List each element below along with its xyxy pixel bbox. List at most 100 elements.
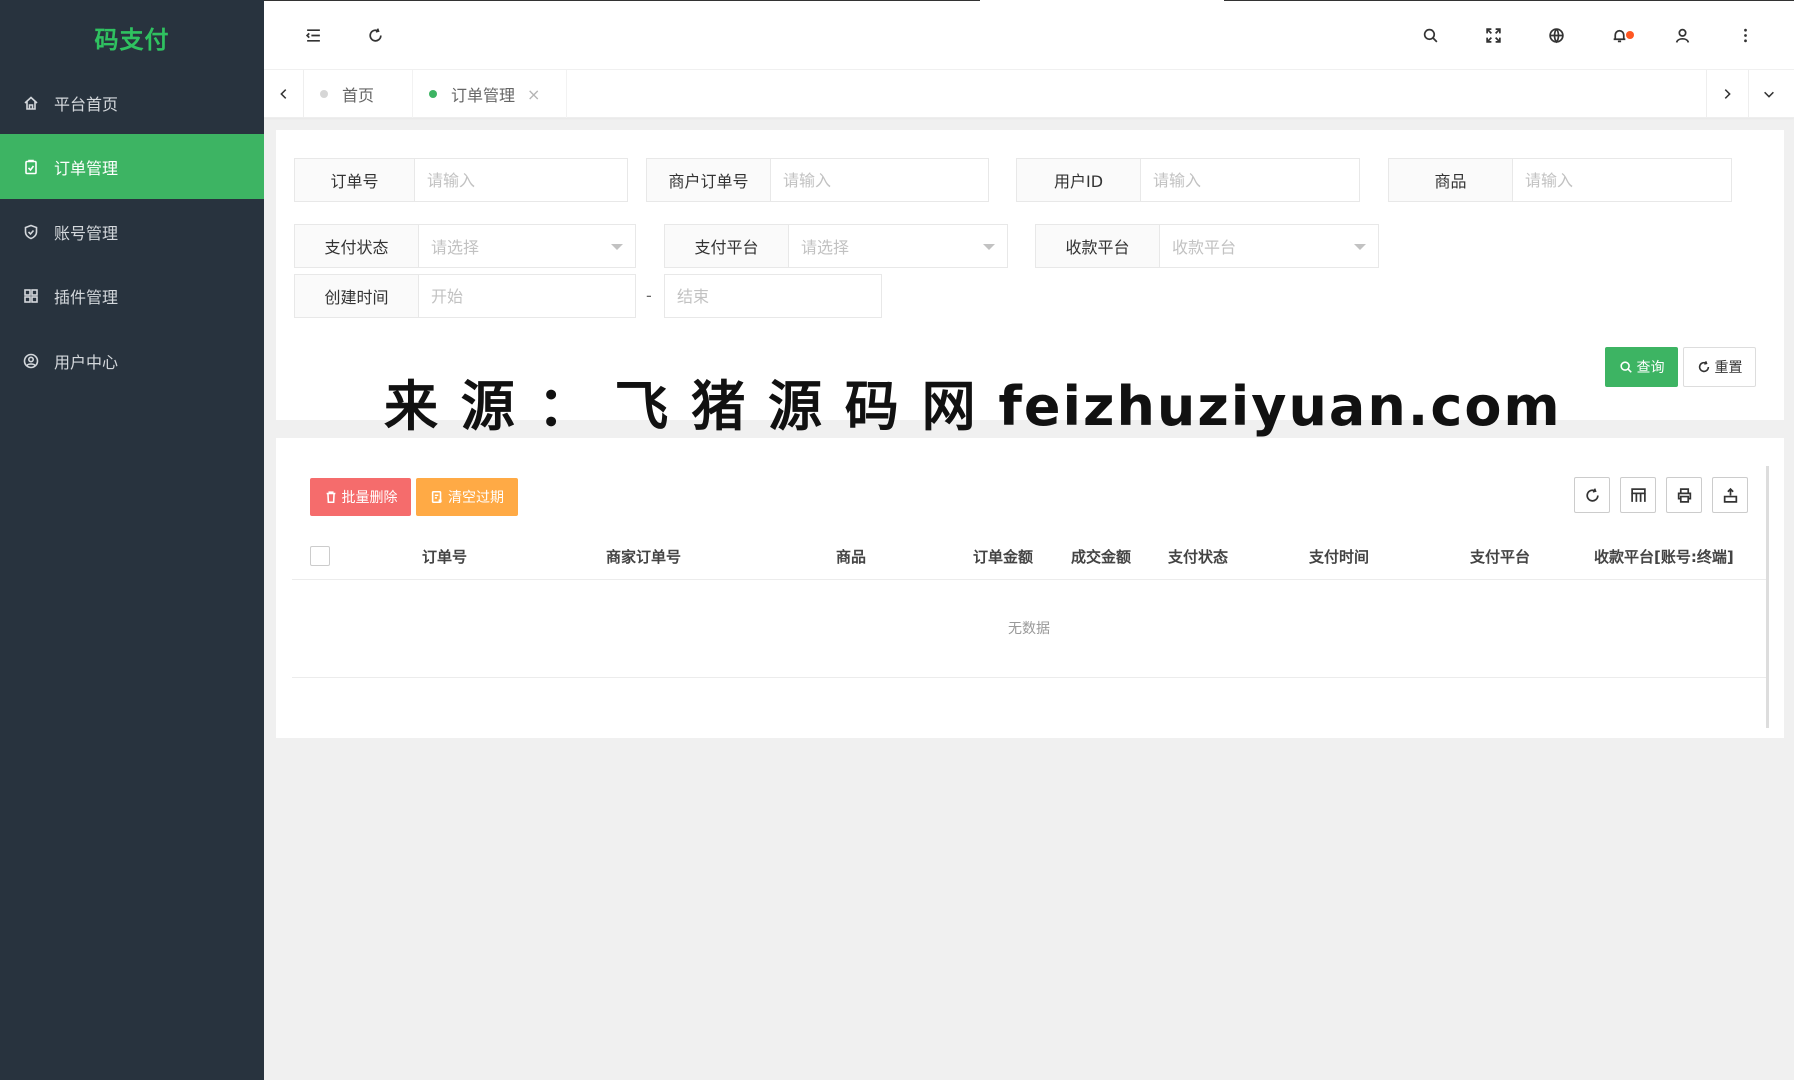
- field-label: 支付平台: [665, 225, 789, 267]
- created-time-end-field: [664, 274, 882, 318]
- field-label: 商户订单号: [647, 159, 771, 201]
- select-placeholder: 请选择: [431, 238, 480, 257]
- reset-button-label: 重置: [1714, 360, 1743, 376]
- batch-delete-button[interactable]: 批量删除: [310, 478, 411, 516]
- field-label: 创建时间: [295, 275, 419, 317]
- caret-down-icon: [983, 244, 995, 250]
- print-icon: [1677, 487, 1691, 503]
- column-header[interactable]: 支付状态: [1168, 534, 1228, 580]
- merchant-order-no-input[interactable]: [771, 159, 988, 201]
- pay-status-field: 支付状态 请选择: [294, 224, 636, 268]
- caret-down-icon: [611, 244, 623, 250]
- top-progress-line: [1224, 0, 1794, 1]
- columns-icon: [1630, 487, 1646, 502]
- tab-home[interactable]: 首页: [304, 70, 413, 118]
- search-button-label: 查询: [1636, 360, 1665, 376]
- tab-dot: [429, 90, 437, 98]
- tabs-prev-button[interactable]: [264, 70, 304, 118]
- field-label: 收款平台: [1036, 225, 1160, 267]
- user-id-input[interactable]: [1141, 159, 1359, 201]
- notification-badge: [1626, 31, 1634, 39]
- column-header[interactable]: 收款平台[账号:终端]: [1594, 534, 1734, 580]
- refresh-icon: [1698, 361, 1709, 373]
- more-vertical-icon[interactable]: [1734, 24, 1756, 46]
- globe-icon[interactable]: [1545, 24, 1567, 46]
- created-time-start-input[interactable]: [419, 275, 635, 317]
- order-no-input[interactable]: [415, 159, 627, 201]
- sidebar-item-label: 账号管理: [54, 223, 119, 243]
- sidebar-item-label: 插件管理: [54, 287, 119, 307]
- tabs-next-button[interactable]: [1706, 70, 1746, 118]
- field-label: 用户ID: [1017, 159, 1141, 201]
- user-circle-icon: [22, 352, 40, 370]
- select-all-checkbox[interactable]: [310, 546, 330, 566]
- table-columns-button[interactable]: [1620, 477, 1656, 513]
- column-header[interactable]: 商品: [836, 534, 866, 580]
- export-icon: [1723, 487, 1737, 503]
- sidebar-item-user-center[interactable]: 用户中心: [0, 328, 264, 393]
- shield-icon: [22, 223, 40, 241]
- watermark-text: 来 源 ： 飞 猪 源 码 网 feizhuziyuan.com: [384, 375, 1562, 438]
- merchant-order-no-field: 商户订单号: [646, 158, 989, 202]
- column-header[interactable]: 支付时间: [1309, 534, 1369, 580]
- trash-icon: [326, 491, 335, 504]
- tab-orders[interactable]: 订单管理 ×: [413, 70, 567, 118]
- top-progress-line: [264, 0, 980, 1]
- app-logo[interactable]: 码支付: [0, 0, 264, 70]
- bell-icon[interactable]: [1608, 24, 1634, 46]
- column-header[interactable]: 订单号: [422, 534, 467, 580]
- sidebar: 码支付 平台首页 订单管理 账号管理 插件管理 用户中心: [0, 0, 264, 1080]
- table-refresh-button[interactable]: [1574, 477, 1610, 513]
- refresh-icon[interactable]: [364, 24, 386, 46]
- document-clear-icon: [431, 490, 442, 504]
- pay-platform-select[interactable]: 请选择: [789, 225, 1007, 267]
- chevron-right-icon: [1724, 89, 1731, 99]
- receive-platform-select[interactable]: 收款平台: [1160, 225, 1378, 267]
- sidebar-item-label: 平台首页: [54, 94, 119, 114]
- date-range-separator: -: [646, 286, 652, 305]
- product-field: 商品: [1388, 158, 1732, 202]
- receive-platform-field: 收款平台 收款平台: [1035, 224, 1379, 268]
- caret-down-icon: [1354, 244, 1366, 250]
- clipboard-icon: [22, 158, 40, 176]
- product-input[interactable]: [1513, 159, 1731, 201]
- reset-button[interactable]: 重置: [1683, 347, 1756, 387]
- search-icon[interactable]: [1419, 24, 1441, 46]
- clear-expired-button[interactable]: 清空过期: [416, 478, 518, 516]
- tabs-dropdown-button[interactable]: [1748, 70, 1788, 118]
- close-icon[interactable]: ×: [527, 85, 540, 104]
- field-label: 商品: [1389, 159, 1513, 201]
- pay-status-select[interactable]: 请选择: [419, 225, 635, 267]
- chevron-left-icon: [279, 89, 286, 99]
- fullscreen-icon[interactable]: [1482, 24, 1504, 46]
- clear-expired-label: 清空过期: [448, 490, 504, 506]
- created-time-end-input[interactable]: [665, 275, 881, 317]
- sidebar-item-plugins[interactable]: 插件管理: [0, 263, 264, 328]
- order-no-field: 订单号: [294, 158, 628, 202]
- chevron-down-icon: [1763, 91, 1774, 98]
- table-scrollbar[interactable]: [1766, 466, 1769, 728]
- search-button[interactable]: 查询: [1605, 347, 1678, 387]
- column-header[interactable]: 成交金额: [1071, 534, 1131, 580]
- column-header[interactable]: 商家订单号: [606, 534, 681, 580]
- table-header: 订单号 商家订单号 商品 订单金额 成交金额 支付状态 支付时间 支付平台 收款…: [292, 534, 1766, 580]
- field-label: 支付状态: [295, 225, 419, 267]
- sidebar-item-home[interactable]: 平台首页: [0, 70, 264, 135]
- table-print-button[interactable]: [1666, 477, 1702, 513]
- user-icon[interactable]: [1671, 24, 1693, 46]
- column-header[interactable]: 支付平台: [1470, 534, 1530, 580]
- sidebar-item-label: 订单管理: [54, 158, 119, 178]
- column-header[interactable]: 订单金额: [973, 534, 1033, 580]
- table-empty-state: 无数据: [292, 580, 1766, 678]
- tab-label: 首页: [342, 86, 375, 105]
- home-icon: [22, 94, 40, 112]
- sidebar-item-accounts[interactable]: 账号管理: [0, 199, 264, 264]
- sidebar-item-orders[interactable]: 订单管理: [0, 134, 264, 199]
- menu-fold-icon[interactable]: [302, 24, 324, 46]
- select-placeholder: 收款平台: [1172, 238, 1237, 257]
- batch-delete-label: 批量删除: [341, 490, 398, 506]
- pay-platform-field: 支付平台 请选择: [664, 224, 1008, 268]
- tabs-bar: 首页 订单管理 ×: [264, 70, 1794, 118]
- field-label: 订单号: [295, 159, 415, 201]
- table-export-button[interactable]: [1712, 477, 1748, 513]
